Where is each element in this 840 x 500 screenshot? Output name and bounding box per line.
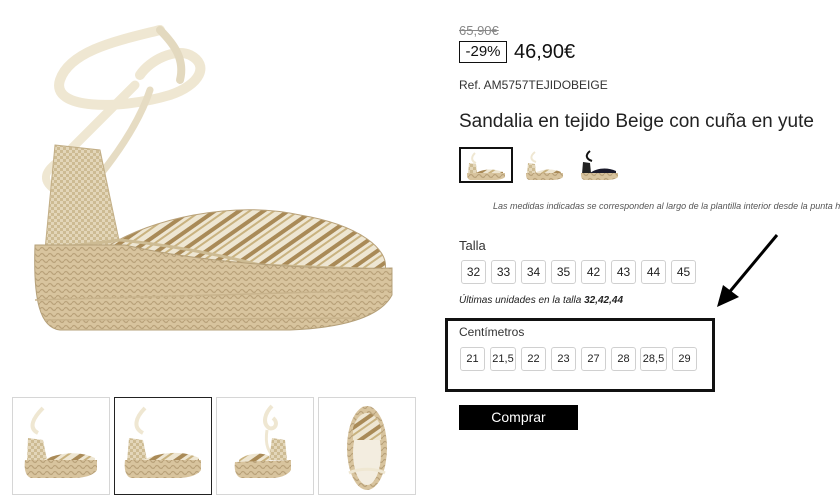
swatch-image	[467, 152, 505, 180]
size-option-44[interactable]: 44	[641, 260, 666, 284]
espadrille-thumb-image	[124, 406, 201, 478]
swatch-image	[526, 151, 563, 180]
annotation-arrow-icon	[717, 234, 779, 307]
size-option-32[interactable]: 32	[461, 260, 486, 284]
size-option-33[interactable]: 33	[491, 260, 516, 284]
cm-option-23[interactable]: 23	[551, 347, 576, 371]
cm-option-28[interactable]: 28	[611, 347, 636, 371]
last-units-sizes: 32,42,44	[584, 295, 624, 306]
espadrille-thumb-image	[347, 406, 387, 490]
cm-option-21[interactable]: 21	[460, 347, 485, 371]
cm-option-27[interactable]: 27	[581, 347, 606, 371]
thumbnail-side-alt[interactable]	[114, 397, 212, 495]
thumbnail-side[interactable]	[12, 397, 110, 495]
color-swatch-black[interactable]	[572, 147, 626, 183]
size-option-43[interactable]: 43	[611, 260, 636, 284]
size-option-34[interactable]: 34	[521, 260, 546, 284]
thumbnail-top[interactable]	[318, 397, 416, 495]
last-units-text: Últimas unidades en la talla	[459, 295, 582, 306]
size-option-42[interactable]: 42	[581, 260, 606, 284]
buy-button[interactable]: Comprar	[459, 405, 578, 430]
size-label: Talla	[459, 238, 486, 253]
swatch-image	[581, 150, 618, 180]
color-swatch-beige[interactable]	[459, 147, 513, 183]
color-swatch-beige-alt[interactable]	[517, 147, 571, 183]
product-title: Sandalia en tejido Beige con cuña en yut…	[459, 111, 814, 132]
old-price: 65,90€	[459, 23, 499, 38]
cm-option-28-5[interactable]: 28,5	[640, 347, 667, 371]
product-reference: Ref. AM5757TEJIDOBEIGE	[459, 78, 608, 92]
current-price: 46,90€	[514, 41, 576, 63]
cm-option-22[interactable]: 22	[521, 347, 546, 371]
measure-note: Las medidas indicadas se corresponden al…	[493, 201, 840, 211]
discount-badge: -29%	[459, 41, 507, 63]
thumbnail-back[interactable]	[216, 397, 314, 495]
last-units-notice: Últimas unidades en la talla 32,42,44	[459, 295, 623, 306]
size-option-35[interactable]: 35	[551, 260, 576, 284]
cm-option-29[interactable]: 29	[672, 347, 697, 371]
espadrille-thumb-image	[24, 406, 98, 478]
espadrille-image	[34, 25, 393, 331]
espadrille-thumb-image	[234, 404, 291, 478]
product-main-image[interactable]	[0, 0, 440, 390]
centimeters-label: Centímetros	[459, 325, 525, 339]
size-option-45[interactable]: 45	[671, 260, 696, 284]
cm-option-21-5[interactable]: 21,5	[490, 347, 516, 371]
